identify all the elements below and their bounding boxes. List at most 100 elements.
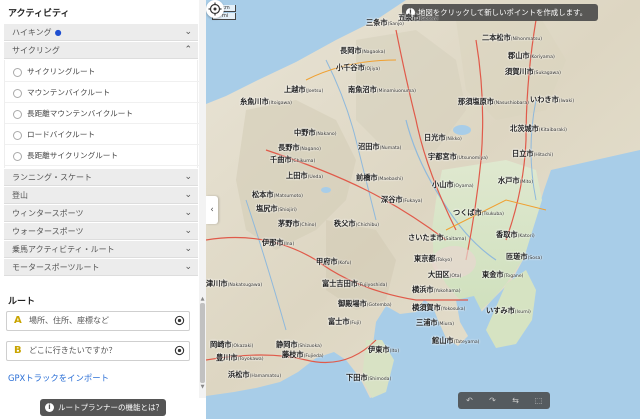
- crosshair-icon[interactable]: [174, 345, 185, 356]
- city-label: つくば市(Tsukuba): [453, 208, 504, 217]
- city-label: 岡崎市(Okazaki): [210, 340, 254, 349]
- chevron-down-icon: ⌄: [184, 208, 192, 218]
- category-winter-sports[interactable]: ウィンタースポーツ ⌄: [4, 205, 198, 222]
- chevron-down-icon: ⌄: [184, 226, 192, 236]
- route-destination-input[interactable]: B どこに行きたいですか？: [6, 341, 190, 361]
- option-label: ロードバイクルート: [27, 130, 95, 139]
- chevron-up-icon: ⌃: [184, 45, 192, 55]
- redo-icon[interactable]: ↷: [481, 392, 504, 409]
- city-label: 東京都(Tokyo): [414, 254, 453, 263]
- crosshair-icon[interactable]: [174, 315, 185, 326]
- undo-icon[interactable]: ↶: [458, 392, 481, 409]
- route-start-placeholder: 場所、住所、座標など: [29, 316, 109, 325]
- option-label: 長距離マウンテンバイクルート: [27, 109, 133, 118]
- city-label: 富士吉田市(Fujiyoshida): [322, 279, 388, 288]
- radio-icon[interactable]: [13, 152, 22, 161]
- radio-icon[interactable]: [13, 68, 22, 77]
- city-label: 三条市(Sanjo): [366, 18, 404, 27]
- city-label: 小千谷市(Ojiya): [336, 63, 381, 72]
- city-label: 上田市(Ueda): [286, 171, 324, 180]
- option-cycling-route[interactable]: サイクリングルート: [5, 62, 199, 82]
- category-hiking[interactable]: ハイキング ● ⌄: [4, 24, 198, 41]
- chevron-left-icon: ‹: [210, 205, 214, 215]
- chevron-down-icon: ⌄: [184, 172, 192, 182]
- city-label: 須賀川市(Sukagawa): [505, 67, 561, 76]
- map-canvas[interactable]: 30 km 30 mi i 地図をクリックして新しいポイントを作成します。 ‹ …: [206, 0, 640, 419]
- city-label: 匝瑳市(Sosa): [506, 252, 543, 261]
- route-title: ルート: [8, 297, 36, 307]
- option-label: 長距離サイクリングルート: [27, 151, 118, 160]
- waypoint-a-icon: A: [14, 315, 22, 326]
- city-label: いすみ市(Isumi): [486, 306, 531, 315]
- city-label: 御殿場市(Gotemba): [338, 299, 392, 308]
- city-label: 上越市(Joetsu): [284, 85, 324, 94]
- city-label: 中野市(Nakano): [294, 128, 337, 137]
- city-label: 塩尻市(Shiojiri): [256, 204, 297, 213]
- category-label: ウォータースポーツ: [12, 227, 84, 236]
- selected-dot-icon: ●: [54, 28, 62, 37]
- chevron-down-icon: ⌄: [184, 27, 192, 37]
- route-destination-placeholder: どこに行きたいですか？: [29, 346, 117, 355]
- scroll-up-icon[interactable]: ▲: [199, 296, 206, 302]
- toast-text: 地図をクリックして新しいポイントを作成します。: [418, 8, 588, 17]
- city-label: 甲府市(Kofu): [316, 257, 352, 266]
- option-road-bike-route[interactable]: ロードバイクルート: [5, 125, 199, 145]
- category-label: サイクリング: [12, 46, 60, 55]
- city-label: 那須塩原市(Nasushiobara): [458, 97, 529, 106]
- city-label: 東金市(Togane): [482, 270, 524, 279]
- city-label: 伊東市(Ito): [368, 345, 400, 354]
- option-long-mtb-route[interactable]: 長距離マウンテンバイクルート: [5, 104, 199, 124]
- category-label: 乗馬アクティビティ・ルート: [12, 245, 115, 254]
- scroll-down-icon[interactable]: ▼: [199, 384, 206, 390]
- city-label: 深谷市(Fukaya): [381, 195, 423, 204]
- city-label: 三浦市(Miura): [416, 318, 455, 327]
- reverse-route-icon[interactable]: ⇆: [504, 392, 527, 409]
- city-label: 宇都宮市(Utsunomiya): [428, 152, 488, 161]
- city-label: 浜松市(Hamamatsu): [228, 370, 282, 379]
- gpx-import-link[interactable]: GPXトラックをインポート: [8, 372, 109, 384]
- cycling-options: サイクリングルート マウンテンバイクルート 長距離マウンテンバイクルート ロード…: [4, 60, 199, 168]
- option-label: サイクリングルート: [27, 67, 96, 76]
- category-label: ハイキング: [12, 28, 52, 37]
- city-label: 北茨城市(Kitaibaraki): [510, 124, 567, 133]
- category-running-skate[interactable]: ランニング・スケート ⌄: [4, 169, 198, 186]
- city-label: 二本松市(Nihonmatsu): [482, 33, 543, 42]
- city-label: いわき市(Iwaki): [530, 95, 575, 104]
- crop-icon[interactable]: ⬚: [527, 392, 550, 409]
- locate-me-icon[interactable]: [206, 0, 224, 18]
- radio-icon[interactable]: [13, 89, 22, 98]
- city-label: 横須賀市(Yokosuka): [412, 303, 466, 312]
- city-label: 館山市(Tateyama): [432, 336, 480, 345]
- activities-title: アクティビティ: [8, 9, 70, 19]
- chevron-down-icon: ⌄: [184, 244, 192, 254]
- radio-icon[interactable]: [13, 131, 22, 140]
- category-label: 登山: [12, 191, 28, 200]
- category-motorsport[interactable]: モータースポーツルート ⌄: [4, 259, 198, 276]
- route-start-input[interactable]: A 場所、住所、座標など: [6, 311, 190, 331]
- radio-icon[interactable]: [13, 110, 22, 119]
- category-water-sports[interactable]: ウォータースポーツ ⌄: [4, 223, 198, 240]
- city-label: 秩父市(Chichibu): [334, 219, 380, 228]
- option-long-cycling-route[interactable]: 長距離サイクリングルート: [5, 146, 199, 166]
- chevron-down-icon: ⌄: [184, 262, 192, 272]
- city-label: 日立市(Hitachi): [512, 149, 554, 158]
- sidebar-scrollbar[interactable]: ▲ ▼: [199, 0, 206, 398]
- category-horse-riding[interactable]: 乗馬アクティビティ・ルート ⌄: [4, 241, 198, 258]
- city-label: 松本市(Matsumoto): [252, 190, 303, 199]
- route-planner-help-button[interactable]: i ルートプランナーの機能とは？: [40, 399, 166, 416]
- city-label: 小山市(Oyama): [432, 180, 474, 189]
- sidebar: アクティビティ ハイキング ● ⌄ サイクリング ⌃ サイクリングルート マウンテ…: [0, 0, 206, 419]
- city-label: 香取市(Katori): [496, 230, 535, 239]
- city-label: 沼田市(Numata): [358, 142, 402, 151]
- option-mountain-bike-route[interactable]: マウンテンバイクルート: [5, 83, 199, 103]
- scrollbar-thumb[interactable]: [200, 303, 205, 383]
- city-label: 静岡市(Shizuoka): [276, 340, 322, 349]
- city-label: さいたま市(Saitama): [408, 233, 467, 242]
- city-label: 南魚沼市(Minamiuonuma): [348, 85, 416, 94]
- category-label: ランニング・スケート: [12, 173, 92, 182]
- category-cycling[interactable]: サイクリング ⌃: [4, 42, 198, 59]
- collapse-sidebar-button[interactable]: ‹: [206, 196, 218, 224]
- category-climbing[interactable]: 登山 ⌄: [4, 187, 198, 204]
- city-label: 富士市(Fuji): [328, 317, 362, 326]
- city-label: 茅野市(Chino): [278, 219, 317, 228]
